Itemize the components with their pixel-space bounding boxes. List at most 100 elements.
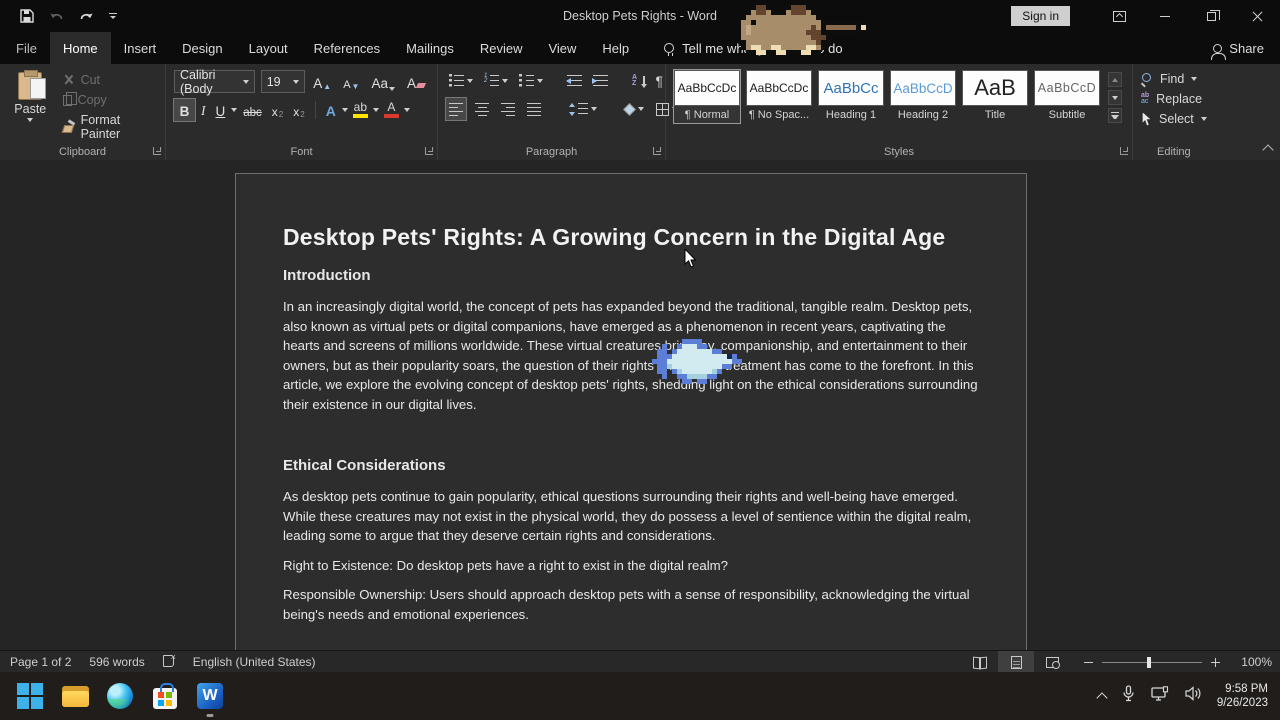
share-button[interactable]: Share [1213,32,1264,64]
decrease-indent-button[interactable] [564,70,585,92]
clipboard-dialog-launcher[interactable] [153,147,161,155]
styles-scroll-down-button[interactable] [1108,90,1122,105]
align-right-button[interactable] [498,98,518,120]
grow-font-button[interactable]: A▲ [309,71,335,93]
bullets-button[interactable] [446,70,476,92]
word-taskbar-button[interactable]: W [196,682,224,710]
line-spacing-button[interactable] [564,98,600,120]
font-color-button[interactable]: A [381,101,402,119]
paste-button[interactable]: Paste [8,70,53,141]
font-name-select[interactable]: Calibri (Body [174,70,255,93]
shading-button[interactable] [620,98,647,120]
zoom-slider-thumb[interactable] [1147,657,1151,668]
document-heading-introduction[interactable]: Introduction [283,267,982,284]
font-dialog-launcher[interactable] [425,147,433,155]
zoom-out-button[interactable] [1084,662,1093,663]
show-hidden-icons-button[interactable] [1096,692,1107,703]
document-paragraph[interactable]: Right to Existence: Do desktop pets have… [283,556,983,576]
network-tray-icon[interactable] [1151,686,1170,707]
align-center-button[interactable] [472,98,492,120]
justify-button[interactable] [524,98,544,120]
numbering-button[interactable] [481,70,511,92]
cut-button[interactable]: Cut [63,73,157,87]
style-normal[interactable]: AaBbCcDc ¶ Normal [674,70,740,123]
microphone-tray-icon[interactable] [1121,685,1136,707]
file-explorer-button[interactable] [61,682,89,710]
zoom-in-button[interactable] [1211,658,1220,667]
replace-button[interactable]: abacReplace [1141,92,1272,106]
superscript-button[interactable]: x2 [289,99,308,121]
close-button[interactable] [1234,0,1280,32]
undo-icon[interactable] [49,10,64,23]
tab-layout[interactable]: Layout [236,32,301,64]
tab-mailings[interactable]: Mailings [393,32,467,64]
find-button[interactable]: Find [1141,72,1272,86]
volume-tray-icon[interactable] [1185,686,1202,706]
chevron-down-icon[interactable] [373,108,379,112]
paragraph-dialog-launcher[interactable] [653,147,661,155]
tab-help[interactable]: Help [589,32,642,64]
text-effects-button[interactable]: A [322,99,340,121]
styles-more-button[interactable] [1108,108,1122,123]
styles-dialog-launcher[interactable] [1120,147,1128,155]
styles-scroll-up-button[interactable] [1108,72,1122,87]
restore-button[interactable] [1188,0,1234,32]
copy-button[interactable]: Copy [63,93,157,107]
format-painter-button[interactable]: Format Painter [63,113,157,141]
clear-formatting-button[interactable]: A [403,71,429,93]
tab-review[interactable]: Review [467,32,536,64]
tab-design[interactable]: Design [169,32,235,64]
language-indicator[interactable]: English (United States) [193,655,316,669]
increase-indent-button[interactable] [590,70,611,92]
save-icon[interactable] [20,9,34,23]
style-title[interactable]: AaB Title [962,70,1028,123]
change-case-button[interactable]: Aa [367,71,399,93]
sign-in-button[interactable]: Sign in [1011,6,1070,26]
zoom-slider[interactable] [1102,662,1202,663]
multilevel-list-button[interactable] [516,70,546,92]
tell-me-box[interactable]: Tell me what you want to do [664,32,842,64]
web-layout-button[interactable] [1034,651,1070,673]
style-subtitle[interactable]: AaBbCcD Subtitle [1034,70,1100,123]
document-paragraph[interactable]: In an increasingly digital world, the co… [283,297,983,414]
show-paragraph-marks-button[interactable]: ¶ [653,70,666,92]
ribbon-display-options-button[interactable] [1096,0,1142,32]
microsoft-store-button[interactable] [151,682,179,710]
align-left-button[interactable] [446,98,466,120]
bold-button[interactable]: B [174,99,195,121]
word-count[interactable]: 596 words [89,655,144,669]
redo-icon[interactable] [79,10,94,23]
document-paragraph[interactable]: Responsible Ownership: Users should appr… [283,585,983,624]
chevron-down-icon[interactable] [231,108,237,112]
document-canvas[interactable]: Desktop Pets' Rights: A Growing Concern … [0,160,1280,650]
customize-quick-access-icon[interactable] [109,13,117,19]
read-mode-button[interactable] [962,651,998,673]
document-title[interactable]: Desktop Pets' Rights: A Growing Concern … [283,224,982,251]
chevron-down-icon[interactable] [342,108,348,112]
text-highlight-button[interactable]: ab [350,101,371,119]
tab-insert[interactable]: Insert [111,32,170,64]
subscript-button[interactable]: x2 [268,99,287,121]
edge-browser-button[interactable] [106,682,134,710]
taskbar-clock[interactable]: 9:58 PM 9/26/2023 [1217,682,1268,710]
underline-button[interactable]: U [212,99,230,121]
minimize-button[interactable] [1142,0,1188,32]
document-page[interactable]: Desktop Pets' Rights: A Growing Concern … [235,173,1027,650]
print-layout-button[interactable] [998,651,1034,673]
page-indicator[interactable]: Page 1 of 2 [10,655,71,669]
proofing-errors-icon[interactable] [163,656,175,668]
document-paragraph[interactable]: As desktop pets continue to gain popular… [283,487,983,546]
tab-references[interactable]: References [301,32,393,64]
chevron-down-icon[interactable] [404,108,410,112]
zoom-level[interactable]: 100% [1230,655,1272,669]
select-button[interactable]: Select [1141,112,1272,126]
style-heading-1[interactable]: AaBbCc Heading 1 [818,70,884,123]
document-heading-ethical[interactable]: Ethical Considerations [283,457,982,474]
sort-button[interactable]: AZ [629,70,648,92]
tab-file[interactable]: File [3,32,50,64]
strikethrough-button[interactable]: abc [239,99,266,121]
font-size-select[interactable]: 19 [261,70,306,93]
style-heading-2[interactable]: AaBbCcD Heading 2 [890,70,956,123]
tab-home[interactable]: Home [50,32,111,64]
style-no-spacing[interactable]: AaBbCcDc ¶ No Spac... [746,70,812,123]
